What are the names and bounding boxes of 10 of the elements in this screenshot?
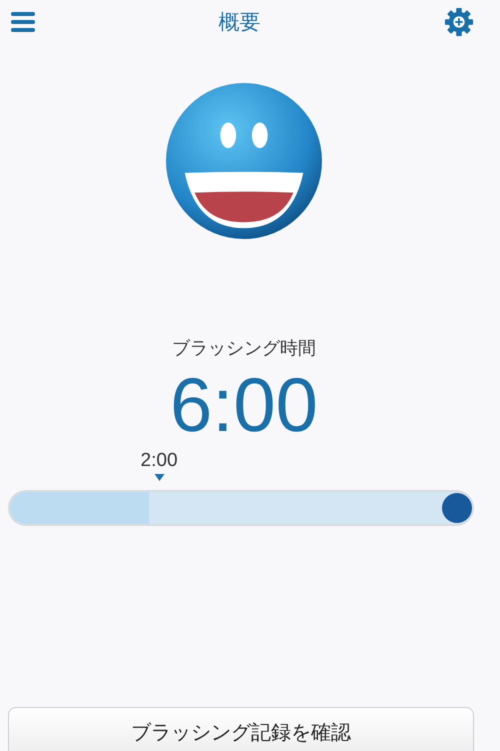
settings-icon[interactable] bbox=[444, 7, 474, 37]
slider-thumb[interactable] bbox=[442, 493, 472, 523]
smiley-face-icon bbox=[165, 82, 323, 240]
timer-label: ブラッシング時間 bbox=[171, 337, 317, 360]
menu-icon[interactable] bbox=[11, 12, 35, 32]
history-button[interactable]: ブラッシング記録を確認 bbox=[8, 707, 474, 751]
marker-pointer bbox=[154, 474, 164, 481]
marker-label: 2:00 bbox=[140, 450, 178, 472]
screen-title: 概要 bbox=[218, 9, 260, 36]
timer-value: 6:00 bbox=[169, 368, 319, 444]
